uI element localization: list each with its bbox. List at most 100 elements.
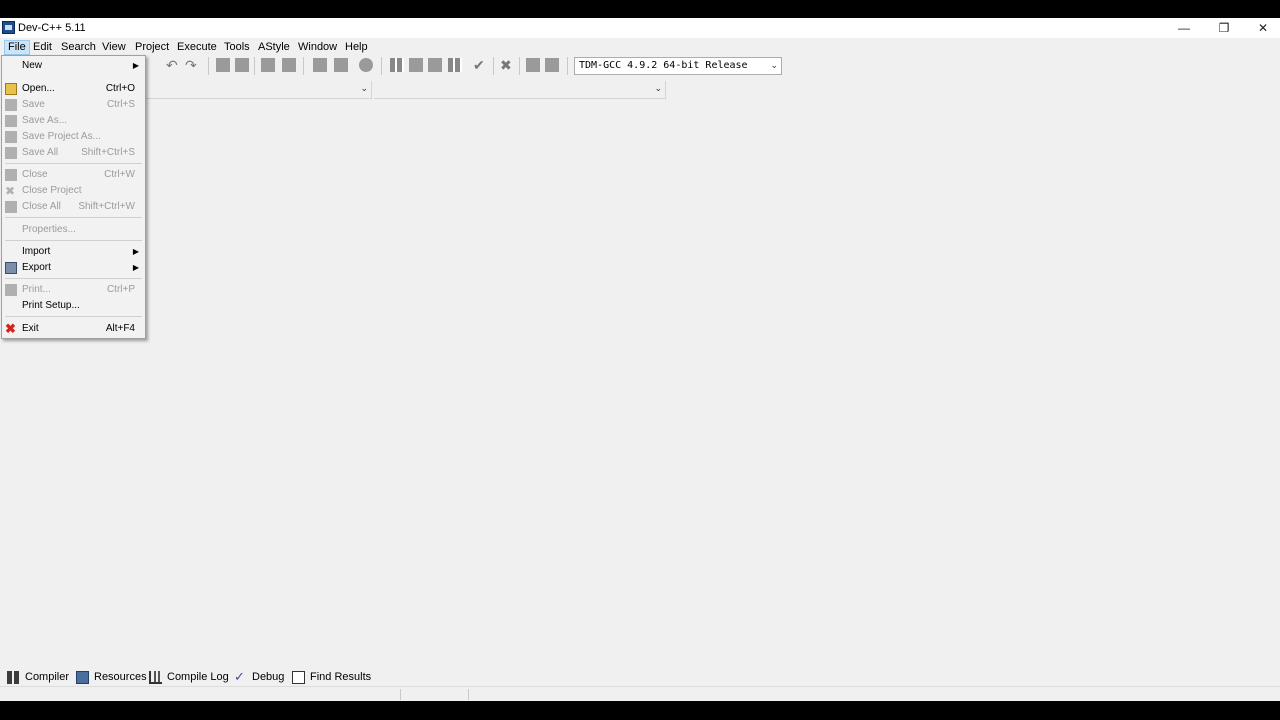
- menu-astyle[interactable]: AStyle: [255, 40, 293, 55]
- menu-item-label: Save As...: [22, 115, 68, 126]
- menu-item-label: Print Setup...: [22, 300, 80, 311]
- save-as-icon: [5, 115, 17, 127]
- chart-icon: [149, 671, 162, 684]
- menu-item-print-setup[interactable]: Print Setup...: [2, 298, 145, 314]
- menu-item-shortcut: Ctrl+W: [104, 169, 135, 180]
- menu-item-save-project-as[interactable]: Save Project As...: [2, 129, 145, 145]
- menu-item-label: Import: [22, 246, 51, 257]
- menu-search[interactable]: Search: [58, 40, 99, 55]
- chevron-down-icon: ⌄: [770, 61, 778, 71]
- toolbar-separator: [208, 57, 209, 75]
- toolbar-separator: [567, 57, 568, 75]
- menu-item-label: Export: [22, 262, 51, 273]
- submenu-arrow-icon: ▶: [132, 263, 139, 272]
- tab-label: Find Results: [310, 671, 372, 683]
- find-icon[interactable]: [313, 58, 327, 72]
- status-divider: [468, 689, 469, 700]
- menu-item-open[interactable]: Open... Ctrl+O: [2, 81, 145, 97]
- run-icon[interactable]: [409, 58, 423, 72]
- compile-icon[interactable]: [390, 58, 404, 72]
- delete-profile-icon[interactable]: [545, 58, 559, 72]
- menu-view[interactable]: View: [99, 40, 129, 55]
- close-file-icon: [5, 169, 17, 181]
- class-select[interactable]: ⌄: [146, 81, 372, 99]
- menu-item-label: Print...: [22, 284, 51, 295]
- compile-run-icon[interactable]: [428, 58, 442, 72]
- menu-item-shortcut: Ctrl+P: [106, 284, 135, 295]
- menu-item-save[interactable]: Save Ctrl+S: [2, 97, 145, 113]
- menu-item-label: Save Project As...: [22, 131, 101, 142]
- menu-item-shortcut: Ctrl+S: [106, 99, 135, 110]
- chevron-down-icon: ⌄: [360, 84, 368, 94]
- menu-edit[interactable]: Edit: [30, 40, 55, 55]
- menu-separator: [5, 240, 142, 241]
- tab-label: Compiler: [25, 671, 70, 683]
- menu-item-label: Close Project: [22, 185, 82, 196]
- menu-execute[interactable]: Execute: [174, 40, 220, 55]
- menu-item-exit[interactable]: ✖ Exit Alt+F4: [2, 321, 145, 337]
- close-window-icon[interactable]: ✕: [1243, 18, 1280, 38]
- menu-item-label: Exit: [22, 323, 39, 334]
- menu-item-shortcut: Shift+Ctrl+W: [78, 201, 135, 212]
- menu-item-print[interactable]: Print... Ctrl+P: [2, 282, 145, 298]
- submenu-arrow-icon: ▶: [132, 247, 139, 256]
- menu-item-label: New: [22, 60, 43, 71]
- save-project-icon: [5, 131, 17, 143]
- menu-item-close-project[interactable]: ✖ Close Project: [2, 183, 145, 199]
- menu-help[interactable]: Help: [342, 40, 371, 55]
- menu-item-shortcut: Ctrl+O: [105, 83, 135, 94]
- restore-icon[interactable]: ❐: [1204, 18, 1244, 38]
- menu-separator: [5, 278, 142, 279]
- print-icon: [5, 284, 17, 296]
- profile-icon[interactable]: [526, 58, 540, 72]
- goto-line-icon[interactable]: [359, 58, 373, 72]
- toolbar-separator: [381, 57, 382, 75]
- menu-item-close[interactable]: Close Ctrl+W: [2, 167, 145, 183]
- goto-bookmark-icon[interactable]: [282, 58, 296, 72]
- open-folder-icon: [5, 83, 17, 95]
- menu-separator: [5, 217, 142, 218]
- status-bar: [0, 686, 1280, 701]
- rebuild-all-icon[interactable]: [448, 58, 462, 72]
- indent-icon[interactable]: [216, 58, 230, 72]
- status-divider: [400, 689, 401, 700]
- tab-label: Debug: [252, 671, 285, 683]
- toggle-bookmark-icon[interactable]: [261, 58, 275, 72]
- menu-item-import[interactable]: Import ▶: [2, 244, 145, 260]
- replace-icon[interactable]: [334, 58, 348, 72]
- undo-icon[interactable]: ↶: [166, 56, 178, 74]
- devcpp-app-icon: [2, 21, 15, 34]
- tab-label: Compile Log: [167, 671, 229, 683]
- menu-file[interactable]: File: [4, 40, 30, 55]
- redo-icon[interactable]: ↷: [185, 56, 197, 74]
- menu-item-new[interactable]: New ▶: [2, 58, 145, 74]
- menu-item-properties[interactable]: Properties...: [2, 222, 145, 238]
- menu-window[interactable]: Window: [295, 40, 340, 55]
- menu-bar: File Edit Search View Project Execute To…: [0, 38, 1280, 56]
- menu-item-export[interactable]: Export ▶: [2, 260, 145, 276]
- menu-tools[interactable]: Tools: [221, 40, 253, 55]
- menu-item-label: Properties...: [22, 224, 76, 235]
- title-bar: Dev-C++ 5.11 — ❐ ✕: [0, 18, 1280, 38]
- menu-item-label: Close: [22, 169, 48, 180]
- unindent-icon[interactable]: [235, 58, 249, 72]
- menu-item-save-as[interactable]: Save As...: [2, 113, 145, 129]
- chevron-down-icon: ⌄: [654, 84, 662, 94]
- menu-item-label: Save: [22, 99, 45, 110]
- menu-project[interactable]: Project: [132, 40, 172, 55]
- syntax-check-icon[interactable]: ✔: [473, 56, 485, 74]
- member-select[interactable]: ⌄: [374, 81, 666, 99]
- menu-item-label: Close All: [22, 201, 61, 212]
- menu-item-save-all[interactable]: Save All Shift+Ctrl+S: [2, 145, 145, 161]
- toolbar-separator: [493, 57, 494, 75]
- compiler-select[interactable]: TDM-GCC 4.9.2 64-bit Release ⌄: [574, 57, 782, 75]
- stop-execution-icon[interactable]: ✖: [500, 56, 512, 74]
- menu-separator: [5, 316, 142, 317]
- compiler-grid-icon: [7, 671, 20, 684]
- menu-item-close-all[interactable]: Close All Shift+Ctrl+W: [2, 199, 145, 215]
- bottom-panel-tabs: Compiler Resources Compile Log ✓ Debug F…: [0, 667, 1280, 687]
- app-window: Dev-C++ 5.11 — ❐ ✕ File Edit Search View…: [0, 18, 1280, 701]
- submenu-arrow-icon: ▶: [132, 61, 139, 70]
- menu-item-shortcut: Alt+F4: [105, 323, 135, 334]
- minimize-icon[interactable]: —: [1164, 18, 1204, 38]
